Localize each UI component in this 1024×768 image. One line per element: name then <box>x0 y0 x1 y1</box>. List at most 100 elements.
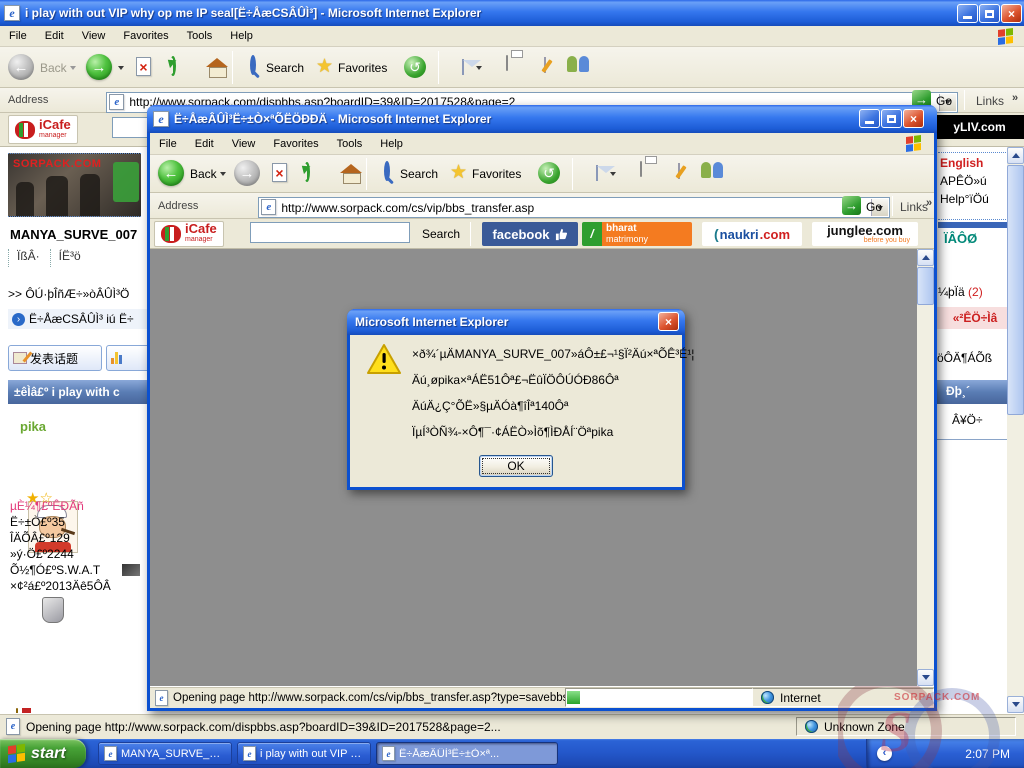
stop-icon[interactable]: × <box>136 57 151 76</box>
print-icon[interactable] <box>506 55 508 71</box>
inner-address-field[interactable]: e <box>258 197 890 218</box>
menu-edit[interactable]: Edit <box>186 135 223 153</box>
icafe-logo[interactable]: iCafemanager <box>8 115 78 144</box>
sorpack-banner-image[interactable]: SORPACK.COM <box>8 153 141 217</box>
menu-tools[interactable]: Tools <box>328 135 372 153</box>
search-label[interactable]: Search <box>266 61 304 75</box>
breadcrumb-text[interactable]: Ë÷ÅæCSÂÛÌ³ iú Ë÷ <box>29 312 134 326</box>
menu-file[interactable]: File <box>0 27 36 45</box>
print-icon[interactable] <box>640 161 642 177</box>
back-icon[interactable]: ← <box>158 160 184 186</box>
favorites-icon[interactable]: ★ <box>450 163 467 182</box>
back-dropdown-icon[interactable] <box>220 172 226 176</box>
post-topic-button[interactable]: 发表话题 <box>8 345 102 371</box>
mail-dropdown-icon[interactable] <box>610 172 616 176</box>
refresh-icon[interactable] <box>304 162 310 182</box>
bharat-matrimony-brand-button[interactable]: / bharat matrimony <box>582 222 692 246</box>
menu-edit[interactable]: Edit <box>36 27 73 45</box>
tab-logout[interactable]: ÍË³ö <box>50 249 89 267</box>
forward-icon[interactable]: → <box>234 160 260 186</box>
menu-help[interactable]: Help <box>221 27 262 45</box>
minimize-button[interactable] <box>859 109 880 128</box>
scroll-down-icon[interactable] <box>917 669 934 686</box>
clock[interactable]: 2:07 PM <box>965 747 1014 761</box>
forward-icon[interactable]: → <box>86 54 112 80</box>
tray-collapse-icon[interactable]: ‹ <box>877 746 892 761</box>
tab-line[interactable]: ÏßÂ· <box>8 249 48 267</box>
back-icon[interactable]: ← <box>8 54 34 80</box>
minimize-button[interactable] <box>957 4 978 23</box>
maximize-button[interactable] <box>979 4 1000 23</box>
taskbar-task-transfer[interactable]: e Ë÷ÅæÂÛÌ³Ë÷±Ò×ª... <box>376 742 558 765</box>
outer-page-scrollbar[interactable] <box>1007 147 1024 713</box>
scroll-up-icon[interactable] <box>1007 147 1024 164</box>
links-label[interactable]: Links <box>900 200 928 214</box>
scroll-up-icon[interactable] <box>917 249 934 266</box>
go-icon[interactable]: → <box>842 196 861 215</box>
wap-link[interactable]: APÊÖ»ú <box>938 172 1010 190</box>
menu-favorites[interactable]: Favorites <box>264 135 327 153</box>
menu-help[interactable]: Help <box>371 135 412 153</box>
menu-favorites[interactable]: Favorites <box>114 27 177 45</box>
english-link[interactable]: English <box>938 153 1010 172</box>
icafe-search-button[interactable]: Search <box>422 227 460 241</box>
mailbox-link[interactable]: ¼þÏä (2) <box>938 285 983 299</box>
inner-page-scrollbar[interactable] <box>917 249 934 686</box>
back-label[interactable]: Back <box>190 167 217 181</box>
dialog-titlebar[interactable]: Microsoft Internet Explorer × <box>347 309 685 335</box>
scroll-down-icon[interactable] <box>1007 696 1024 713</box>
forward-dropdown-icon[interactable] <box>118 66 124 70</box>
links-label[interactable]: Links <box>976 94 1004 108</box>
menu-view[interactable]: View <box>73 27 115 45</box>
go-label[interactable]: Go <box>866 200 882 214</box>
links-chevron-icon[interactable]: » <box>926 197 932 209</box>
help-link[interactable]: Help°ïÖú <box>938 190 1010 208</box>
search-label[interactable]: Search <box>400 167 438 181</box>
taskbar-task-manya[interactable]: e MANYA_SURVE_007... <box>98 742 232 765</box>
history-icon[interactable]: ↺ <box>538 162 560 184</box>
search-icon[interactable] <box>384 161 390 181</box>
reply-header[interactable]: Ðþ¸´ <box>946 384 970 398</box>
history-icon[interactable]: ↺ <box>404 56 426 78</box>
taskbar-task-iplay[interactable]: e i play with out VIP wh... <box>237 742 371 765</box>
search-icon[interactable] <box>250 55 256 75</box>
icafe-search-field[interactable] <box>250 222 410 243</box>
mail-icon[interactable] <box>596 165 598 181</box>
scrollbar-thumb[interactable] <box>917 267 934 305</box>
back-label[interactable]: Back <box>40 61 67 75</box>
links-chevron-icon[interactable]: » <box>1012 92 1018 104</box>
refresh-icon[interactable] <box>170 56 176 76</box>
scrollbar-thumb[interactable] <box>1007 165 1024 415</box>
junglee-brand-button[interactable]: junglee.com before you buy <box>812 222 918 246</box>
favorites-icon[interactable]: ★ <box>316 57 333 76</box>
menu-view[interactable]: View <box>223 135 265 153</box>
menu-tools[interactable]: Tools <box>178 27 222 45</box>
ok-button[interactable]: OK <box>479 455 553 477</box>
mail-dropdown-icon[interactable] <box>476 66 482 70</box>
inner-titlebar[interactable]: e Ë÷ÅæÂÛÌ³Ë÷±Ò×ªÕËÖÐÐÄ - Microsoft Inter… <box>147 105 937 133</box>
favorites-label[interactable]: Favorites <box>472 167 521 181</box>
download-link[interactable]: ÏÂÔØ <box>944 231 977 246</box>
close-button[interactable]: × <box>1001 4 1022 23</box>
back-dropdown-icon[interactable] <box>70 66 76 70</box>
mail-icon[interactable] <box>462 59 464 75</box>
start-button[interactable]: start <box>0 739 86 768</box>
inner-address-input[interactable] <box>259 198 889 217</box>
icafe-logo[interactable]: iCafemanager <box>154 221 224 247</box>
myliv-brand-button[interactable]: yLIV.com <box>935 115 1024 139</box>
close-button[interactable]: × <box>903 109 924 128</box>
icafe-search-input[interactable] <box>251 223 409 242</box>
edit-icon[interactable] <box>544 57 546 73</box>
facebook-brand-button[interactable]: facebook <box>482 222 578 246</box>
edit-icon[interactable] <box>678 163 680 179</box>
go-label[interactable]: Go <box>936 94 952 108</box>
hot-topic-button[interactable]: «²ÊÖ÷Ìâ <box>937 307 1013 329</box>
outer-titlebar[interactable]: e i play with out VIP why op me IP seal[… <box>0 0 1024 26</box>
poster-name[interactable]: pika <box>20 419 46 434</box>
stop-icon[interactable]: × <box>272 163 287 182</box>
menu-file[interactable]: File <box>150 135 186 153</box>
dialog-close-button[interactable]: × <box>658 312 679 331</box>
maximize-button[interactable] <box>881 109 902 128</box>
favorites-label[interactable]: Favorites <box>338 61 387 75</box>
naukri-brand-button[interactable]: ( naukri .com <box>702 222 802 246</box>
